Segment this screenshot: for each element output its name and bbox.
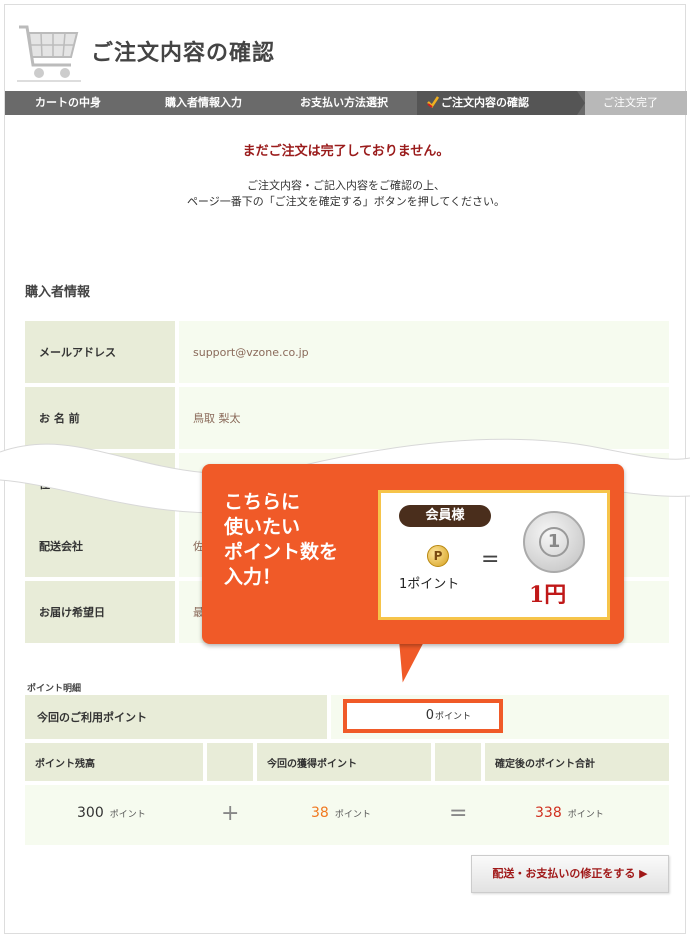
points-summary: 300 ポイント + 38 ポイント = 338 ポイント <box>25 785 669 845</box>
points-unit: ポイント <box>109 810 146 820</box>
total-points: 338 ポイント <box>535 805 604 821</box>
points-use-row: 今回のご利用ポイント 0ポイント <box>25 695 669 739</box>
step-payment: お支払い方法選択 <box>300 96 388 109</box>
header: ご注文内容の確認 <box>5 5 687 89</box>
info-row-email: メールアドレス support@vzone.co.jp <box>25 321 669 383</box>
info-label: 配送会社 <box>25 515 175 577</box>
points-callout: こちらに 使いたい ポイント数を 入力！ 会員様 P 1ポイント = 1 1円 <box>202 464 624 644</box>
progress-steps: カートの中身 購入者情報入力 お支払い方法選択 ご注文内容の確認 ご注文完了 <box>5 91 687 115</box>
callout-text: こちらに 使いたい ポイント数を 入力！ <box>224 490 338 590</box>
callout-line: 入力！ <box>224 566 282 588</box>
callout-line: ポイント数を <box>224 541 339 563</box>
page-title: ご注文内容の確認 <box>91 41 276 66</box>
step-confirm: ご注文内容の確認 <box>441 96 529 109</box>
header-spacer <box>435 743 481 781</box>
points-use-value: 0 <box>425 708 434 723</box>
info-label: 住 <box>25 453 175 515</box>
points-use-cell: 0ポイント <box>331 695 669 739</box>
info-label: メールアドレス <box>25 321 175 383</box>
balance-value: 300 <box>77 805 104 821</box>
points-unit: ポイント <box>434 712 471 722</box>
name-value: 鳥取 梨太 <box>179 387 669 449</box>
callout-line: こちらに <box>224 491 301 513</box>
header-total: 確定後のポイント合計 <box>485 743 669 781</box>
info-label: お 名 前 <box>25 387 175 449</box>
callout-line: 使いたい <box>224 516 301 538</box>
earned-value: 38 <box>311 805 329 821</box>
checkmark-icon <box>427 96 439 108</box>
notice-line-1: ご注文内容・ご記入内容をご確認の上、 <box>247 179 445 192</box>
earned-points: 38 ポイント <box>311 805 371 821</box>
edit-shipping-payment-button[interactable]: 配送・お支払いの修正をする ▶ <box>471 855 669 893</box>
one-point-label: 1ポイント <box>399 577 460 592</box>
notice-line-2: ページ一番下の「ご注文を確定する」ボタンを押してください。 <box>186 195 506 208</box>
points-unit: ポイント <box>334 810 371 820</box>
callout-tail <box>396 640 436 688</box>
notice-title: まだご注文は完了しておりません。 <box>242 144 450 159</box>
points-unit: ポイント <box>567 810 604 820</box>
info-row-name: お 名 前 鳥取 梨太 <box>25 387 669 449</box>
yen-coin-face: 1 <box>539 527 569 557</box>
email-value: support@vzone.co.jp <box>179 321 669 383</box>
plus-sign: + <box>221 801 240 826</box>
total-value: 338 <box>535 805 562 821</box>
step-arrow <box>577 91 585 115</box>
section-title-buyer: 購入者情報 <box>25 285 91 300</box>
balance-points: 300 ポイント <box>77 805 146 821</box>
step-cart: カートの中身 <box>35 96 101 109</box>
equals-sign: = <box>449 801 468 826</box>
header-balance: ポイント残高 <box>25 743 203 781</box>
step-buyer-info: 購入者情報入力 <box>165 96 242 109</box>
one-yen-label: 1円 <box>529 582 567 608</box>
shopping-cart-icon <box>17 25 81 82</box>
points-use-input[interactable]: 0ポイント <box>343 699 503 733</box>
points-caption: ポイント明細 <box>27 684 82 694</box>
step-complete: ご注文完了 <box>603 96 658 109</box>
header-earned: 今回の獲得ポイント <box>257 743 431 781</box>
info-label: お届け希望日 <box>25 581 175 643</box>
yen-coin-icon: 1 <box>523 511 585 573</box>
point-coin-icon: P <box>427 545 449 567</box>
header-spacer <box>207 743 253 781</box>
points-use-label: 今回のご利用ポイント <box>25 695 327 739</box>
member-badge: 会員様 <box>399 505 491 527</box>
member-rate-card: 会員様 P 1ポイント = 1 1円 <box>378 490 610 620</box>
rate-equals-sign: = <box>481 547 500 572</box>
